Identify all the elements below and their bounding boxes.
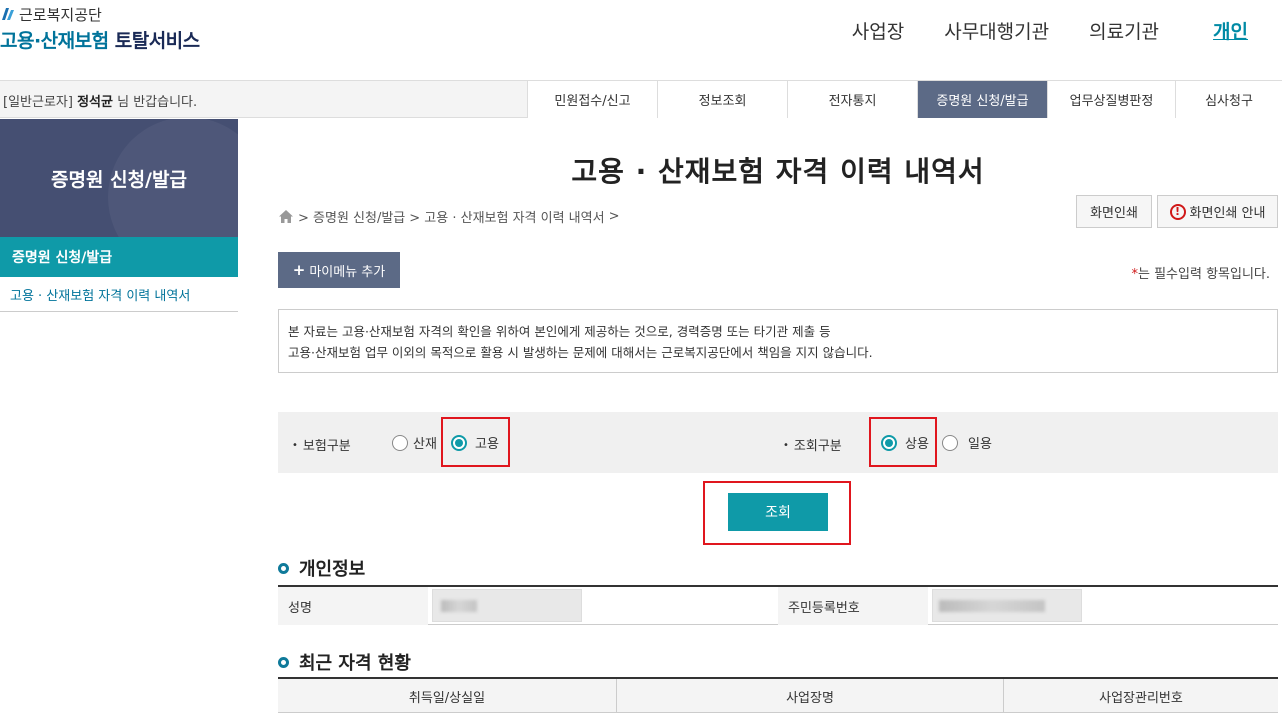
radio-sanjae[interactable] — [392, 434, 408, 451]
sidebar-item-certificate[interactable]: 증명원 신청/발급 — [0, 237, 238, 277]
radio-sanjae-label: 산재 — [413, 437, 437, 452]
notice-line-1: 본 자료는 고용·산재보험 자격의 확인을 위하여 본인에게 제공하는 것으로,… — [288, 324, 831, 339]
menu-info-inquiry[interactable]: 정보조회 — [657, 81, 787, 118]
add-mymenu-button[interactable]: + 마이메뉴 추가 — [278, 252, 400, 288]
search-conditions: • 보험구분 산재 고용 • 조회구분 상용 일용 — [278, 412, 1278, 473]
logo-service-part2: 토탈서비스 — [114, 30, 200, 52]
user-name: 정석균 — [77, 95, 113, 110]
rrn-value-field — [932, 589, 1082, 622]
print-guide-button[interactable]: ! 화면인쇄 안내 — [1157, 195, 1278, 228]
notice-line-2: 고용·산재보험 업무 이외의 목적으로 활용 시 발생하는 문제에 대해서는 근… — [288, 345, 873, 360]
warning-icon: ! — [1169, 203, 1186, 220]
menu-appeal[interactable]: 심사청구 — [1175, 81, 1282, 118]
radio-option-ilyong[interactable]: 일용 — [942, 433, 992, 452]
recent-status-title-text: 최근 자격 현황 — [299, 653, 411, 674]
personal-info-table: 성명 주민등록번호 — [278, 585, 1278, 625]
main-menu: 민원접수/신고 정보조회 전자통지 증명원 신청/발급 업무상질병판정 심사청구 — [527, 81, 1282, 118]
personal-info-title-text: 개인정보 — [299, 559, 366, 580]
sidebar-title: 증명원 신청/발급 — [0, 119, 238, 237]
plus-icon: + — [292, 261, 306, 279]
sidebar-subitem-qualification-history[interactable]: 고용 · 산재보험 자격 이력 내역서 — [0, 277, 238, 312]
recent-status-table-header: 취득일/상실일 사업장명 사업장관리번호 — [278, 677, 1278, 713]
menu-civil-petition[interactable]: 민원접수/신고 — [527, 81, 657, 118]
menu-disease-judgment[interactable]: 업무상질병판정 — [1047, 81, 1175, 118]
sidebar-decoration — [108, 119, 238, 237]
comwel-logo-icon — [0, 6, 16, 22]
print-screen-button[interactable]: 화면인쇄 — [1076, 195, 1152, 228]
col-workplace-name: 사업장명 — [616, 679, 1003, 713]
required-note-text: 는 필수입력 항목입니다. — [1138, 267, 1270, 282]
top-nav: 사업장 사무대행기관 의료기관 개인 — [852, 0, 1282, 60]
home-icon[interactable] — [278, 209, 294, 224]
top-nav-agency[interactable]: 사무대행기관 — [944, 17, 1049, 44]
top-nav-personal[interactable]: 개인 — [1213, 17, 1248, 44]
user-type: [일반근로자] — [3, 95, 73, 110]
section-bullet-icon — [278, 656, 289, 668]
radio-option-sanjae[interactable]: 산재 — [392, 433, 437, 452]
rrn-redacted — [939, 600, 1045, 612]
col-acquire-loss-date: 취득일/상실일 — [408, 690, 486, 706]
add-mymenu-label: 마이메뉴 추가 — [309, 264, 386, 280]
notice-box: 본 자료는 고용·산재보험 자격의 확인을 위하여 본인에게 제공하는 것으로,… — [278, 309, 1278, 373]
personal-info-title: 개인정보 — [278, 555, 365, 581]
page-title: 고용 · 산재보험 자격 이력 내역서 — [571, 155, 985, 188]
menu-certificate[interactable]: 증명원 신청/발급 — [917, 81, 1047, 118]
search-button[interactable]: 조회 — [728, 493, 828, 531]
rrn-header: 주민등록번호 — [778, 587, 928, 625]
menu-e-notice[interactable]: 전자통지 — [787, 81, 917, 118]
top-nav-medical[interactable]: 의료기관 — [1089, 17, 1159, 44]
breadcrumb-end: > — [608, 209, 620, 224]
required-note: *는 필수입력 항목입니다. — [1132, 263, 1271, 282]
breadcrumb-item-current: > 고용 · 산재보험 자격 이력 내역서 — [409, 211, 605, 226]
welcome-message: [일반근로자] 정석균 님 반갑습니다. — [3, 91, 197, 110]
name-header: 성명 — [278, 587, 428, 625]
recent-status-title: 최근 자격 현황 — [278, 649, 411, 675]
name-redacted — [441, 600, 477, 612]
breadcrumb-item-certificate[interactable]: > 증명원 신청/발급 — [298, 207, 405, 226]
name-value-field — [432, 589, 582, 622]
col-workplace-number: 사업장관리번호 — [1003, 679, 1278, 713]
highlight-inquiry-selection — [869, 417, 937, 467]
print-guide-label: 화면인쇄 안내 — [1189, 206, 1266, 221]
radio-ilyong[interactable] — [942, 434, 958, 451]
left-sidebar: 증명원 신청/발급 증명원 신청/발급 고용 · 산재보험 자격 이력 내역서 — [0, 119, 238, 312]
breadcrumb: > 증명원 신청/발급 > 고용 · 산재보험 자격 이력 내역서 > — [278, 207, 619, 226]
site-logo[interactable]: 근로복지공단 고용·산재보험 토탈서비스 — [0, 4, 200, 53]
sub-navigation-bar: [일반근로자] 정석균 님 반갑습니다. 민원접수/신고 정보조회 전자통지 증… — [0, 80, 1282, 118]
inquiry-type-label: • 조회구분 — [783, 439, 842, 454]
radio-ilyong-label: 일용 — [968, 437, 992, 452]
logo-org-name: 근로복지공단 — [19, 5, 102, 24]
highlight-insurance-selection — [441, 417, 510, 467]
logo-service-part1: 고용·산재보험 — [0, 30, 109, 52]
site-header: 근로복지공단 고용·산재보험 토탈서비스 사업장 사무대행기관 의료기관 개인 — [0, 0, 1282, 80]
section-bullet-icon — [278, 562, 289, 574]
top-nav-business[interactable]: 사업장 — [852, 17, 904, 44]
insurance-type-label: • 보험구분 — [292, 439, 351, 454]
welcome-suffix: 님 반갑습니다. — [117, 95, 198, 110]
